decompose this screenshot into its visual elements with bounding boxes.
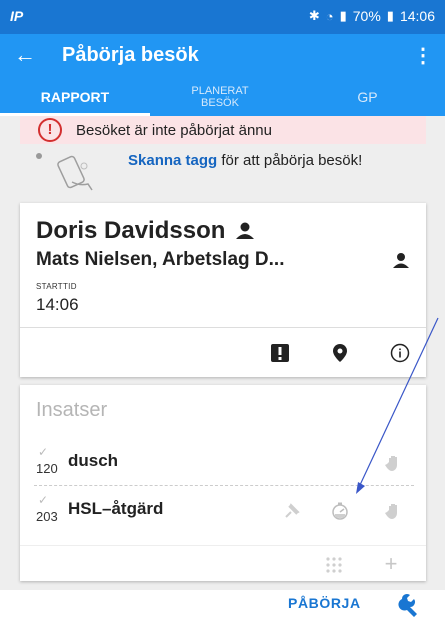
location-pin-icon [333,344,347,362]
wifi-icon: ◔ [325,8,334,24]
card-divider [20,545,426,546]
scan-tag-hint: Skanna tagg för att påbörja besök! [20,148,426,202]
nfc-dot-icon [36,153,42,159]
add-icon[interactable]: + [378,551,404,577]
tab-gp[interactable]: GP [290,78,445,116]
worker-person-icon [393,253,409,268]
warning-icon [271,344,289,362]
insatser-card: Insatser ✓ 120 dusch ✓ 203 HSL–åtgärd + [20,385,426,581]
alert-text: Besöket är inte påbörjat ännu [76,122,272,139]
visit-actions [226,339,426,367]
tab-rapport-label: RAPPORT [40,89,110,105]
insats-code: 120 [36,461,58,476]
info-icon [390,343,410,363]
page-title: Påbörja besök [62,44,199,66]
warning-button[interactable] [266,339,294,367]
row-divider [34,485,414,486]
insats-row[interactable]: ✓ 203 HSL–åtgärd [20,489,426,533]
client-row: Doris Davidsson [36,217,255,245]
app-bar: ← Påbörja besök ⋮ [0,34,445,78]
alert-icon: ! [38,118,62,142]
scan-hint-text: Skanna tagg för att påbörja besök! [128,151,418,170]
card-divider [20,327,426,328]
pin-icon[interactable] [280,499,304,523]
scan-tag-link[interactable]: Skanna tagg [128,152,217,169]
insatser-title: Insatser [36,399,108,421]
start-time-label: STARTTID [36,282,77,291]
insats-label: dusch [68,451,119,470]
status-bar: IP ✱ ◔ ▮ 70% ▮ 14:06 [0,0,445,34]
worker-name: Mats Nielsen, Arbetslag D... [36,249,285,270]
back-arrow-icon[interactable]: ← [14,42,36,68]
scan-hint-rest: för att påbörja besök! [221,152,363,169]
client-name: Doris Davidsson [36,217,226,244]
grid-icon[interactable] [322,553,346,577]
overflow-menu-icon[interactable]: ⋮ [413,43,433,68]
tab-rapport[interactable]: RAPPORT [0,78,150,116]
tab-planerat-besok[interactable]: PLANERAT BESÖK [150,78,290,116]
carrier-label: IP [10,8,24,24]
tab-planerat-besok-label: PLANERAT BESÖK [191,85,248,109]
tab-bar: RAPPORT PLANERAT BESÖK GP [0,78,445,116]
status-indicators: ✱ ◔ ▮ 70% ▮ 14:06 [309,8,435,24]
check-icon: ✓ [38,493,49,507]
location-button[interactable] [326,339,354,367]
battery-icon: ▮ [386,8,394,23]
scan-phone-icon [57,155,93,191]
start-time-value: 14:06 [36,295,79,314]
tab-gp-label: GP [357,89,378,105]
tab-label-line2: BESÖK [201,97,239,109]
visit-card: Doris Davidsson Mats Nielsen, Arbetslag … [20,203,426,377]
bluetooth-icon: ✱ [308,8,320,23]
start-visit-button[interactable]: PÅBÖRJA [288,595,361,611]
client-person-icon [236,222,255,239]
wrench-icon[interactable] [398,593,424,620]
bottom-action-bar: PÅBÖRJA [0,590,445,620]
check-icon: ✓ [38,445,49,459]
signal-icon: ▮ [339,8,347,23]
timer-icon[interactable] [328,499,352,523]
battery-percent: 70% [352,8,381,24]
insats-row[interactable]: ✓ 120 dusch [20,441,426,485]
hand-icon[interactable] [382,499,406,523]
clock: 14:06 [399,8,435,24]
tab-label-line1: PLANERAT [191,85,249,97]
info-button[interactable] [386,339,414,367]
status-alert: ! Besöket är inte påbörjat ännu [20,116,426,144]
hand-icon[interactable] [382,451,406,475]
insats-label: HSL–åtgärd [68,499,164,518]
insats-code: 203 [36,509,58,524]
